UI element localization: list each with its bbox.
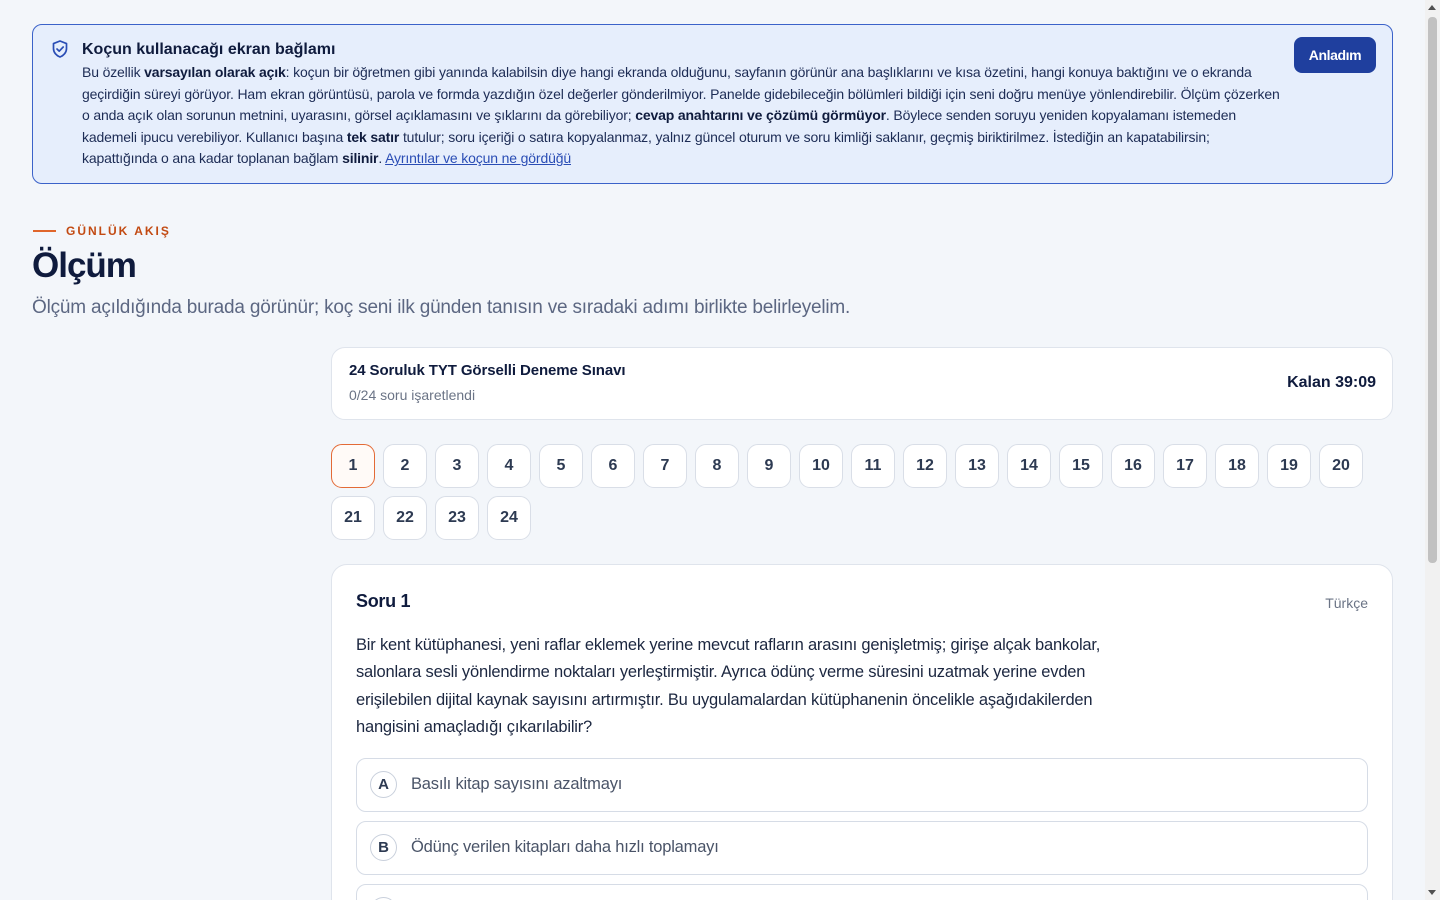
option-letter: A bbox=[370, 771, 397, 799]
question-nav-button[interactable]: 11 bbox=[851, 444, 895, 488]
question-nav-button[interactable]: 20 bbox=[1319, 444, 1363, 488]
question-nav-button[interactable]: 18 bbox=[1215, 444, 1259, 488]
eyebrow-label: GÜNLÜK AKIŞ bbox=[66, 224, 171, 238]
banner-body: Bu özellik varsayılan olarak açık: koçun… bbox=[82, 64, 1280, 167]
question-nav-button[interactable]: 6 bbox=[591, 444, 635, 488]
question-nav-button[interactable]: 12 bbox=[903, 444, 947, 488]
option-a[interactable]: A Basılı kitap sayısını azaltmayı bbox=[356, 757, 1368, 812]
question-card: Soru 1 Türkçe Bir kent kütüphanesi, yeni… bbox=[331, 564, 1393, 900]
option-text: Ödünç verilen kitapları daha hızlı topla… bbox=[411, 838, 719, 857]
question-subject: Türkçe bbox=[1325, 595, 1368, 611]
question-nav-button[interactable]: 7 bbox=[643, 444, 687, 488]
question-nav-button[interactable]: 5 bbox=[539, 444, 583, 488]
exam-progress: 0/24 soru işaretlendi bbox=[349, 387, 476, 403]
question-nav-button[interactable]: 4 bbox=[487, 444, 531, 488]
details-link[interactable]: Ayrıntılar ve koçun ne gördüğü bbox=[385, 150, 571, 166]
exam-title: 24 Soruluk TYT Görselli Deneme Sınavı bbox=[349, 362, 626, 379]
acknowledge-button[interactable]: Anladım bbox=[1294, 37, 1376, 73]
scroll-up-arrow-icon[interactable] bbox=[1428, 5, 1436, 10]
page-subtitle: Ölçüm açıldığında burada görünür; koç se… bbox=[32, 297, 851, 318]
question-nav: 1 2 3 4 5 6 7 8 9 10 11 12 13 14 15 16 17 18 19 20 21 22 23 24 bbox=[331, 444, 1393, 540]
banner-title: Koçun kullanacağı ekran bağlamı bbox=[82, 41, 336, 58]
question-text: Bir kent kütüphanesi, yeni raflar ekleme… bbox=[356, 636, 1101, 737]
question-nav-button[interactable]: 24 bbox=[487, 496, 531, 540]
question-nav-button[interactable]: 1 bbox=[331, 444, 375, 488]
section-eyebrow: GÜNLÜK AKIŞ bbox=[33, 224, 171, 238]
question-nav-button[interactable]: 2 bbox=[383, 444, 427, 488]
shield-check-icon bbox=[50, 39, 70, 59]
eyebrow-rule bbox=[33, 230, 56, 232]
question-nav-button[interactable]: 15 bbox=[1059, 444, 1103, 488]
option-c[interactable]: C bbox=[356, 883, 1368, 900]
question-nav-button[interactable]: 3 bbox=[435, 444, 479, 488]
page-title: Ölçüm bbox=[32, 246, 137, 285]
page-scrollbar[interactable] bbox=[1425, 0, 1440, 900]
question-nav-button[interactable]: 8 bbox=[695, 444, 739, 488]
question-nav-button[interactable]: 14 bbox=[1007, 444, 1051, 488]
screen-context-banner: Koçun kullanacağı ekran bağlamı Bu özell… bbox=[32, 24, 1393, 184]
option-b[interactable]: B Ödünç verilen kitapları daha hızlı top… bbox=[356, 820, 1368, 875]
question-label: Soru 1 bbox=[356, 591, 411, 611]
exam-header-card: 24 Soruluk TYT Görselli Deneme Sınavı 0/… bbox=[331, 347, 1393, 420]
question-nav-button[interactable]: 21 bbox=[331, 496, 375, 540]
question-nav-button[interactable]: 17 bbox=[1163, 444, 1207, 488]
scroll-thumb[interactable] bbox=[1428, 17, 1437, 563]
scroll-down-arrow-icon[interactable] bbox=[1428, 890, 1436, 895]
option-letter: B bbox=[370, 834, 397, 862]
question-nav-button[interactable]: 22 bbox=[383, 496, 427, 540]
exam-timer: Kalan 39:09 bbox=[1287, 374, 1376, 391]
question-nav-button[interactable]: 19 bbox=[1267, 444, 1311, 488]
option-text: Basılı kitap sayısını azaltmayı bbox=[411, 775, 623, 794]
question-nav-button[interactable]: 9 bbox=[747, 444, 791, 488]
question-nav-button[interactable]: 23 bbox=[435, 496, 479, 540]
question-nav-button[interactable]: 10 bbox=[799, 444, 843, 488]
question-nav-button[interactable]: 16 bbox=[1111, 444, 1155, 488]
question-nav-button[interactable]: 13 bbox=[955, 444, 999, 488]
answer-options: A Basılı kitap sayısını azaltmayı B Ödün… bbox=[356, 757, 1368, 900]
